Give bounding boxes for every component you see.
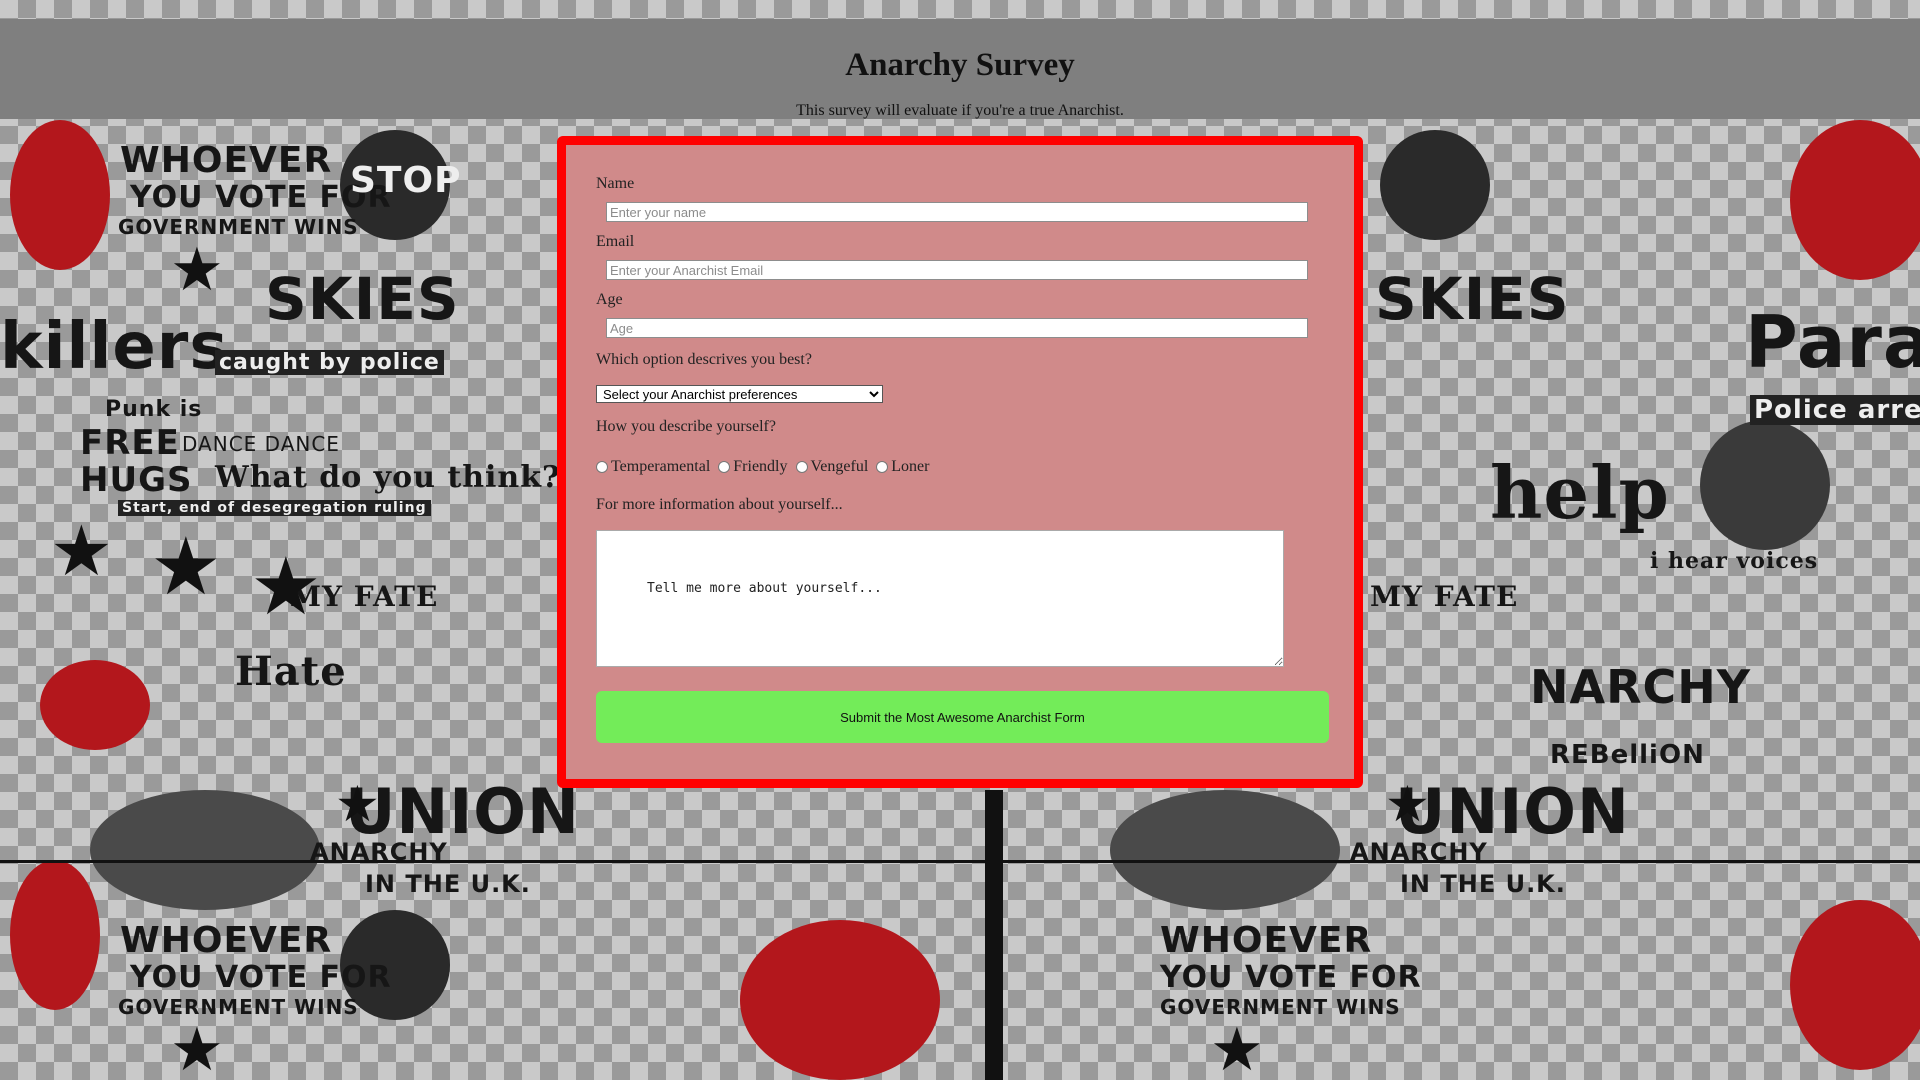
red-punk-badge-2	[1790, 900, 1920, 1070]
bg-word: STOP	[350, 160, 462, 201]
barbed-wire-line	[0, 860, 1920, 863]
red-punk-badge	[740, 920, 940, 1080]
page-header: Anarchy Survey This survey will evaluate…	[0, 19, 1920, 119]
bg-word: Punk is	[105, 397, 203, 422]
describe-radio-group: Temperamental Friendly Vengeful Loner	[596, 458, 1324, 478]
dark-button-badge	[1700, 420, 1830, 550]
radio-vengeful-input[interactable]	[795, 461, 808, 473]
red-grenade-shape-2	[10, 860, 100, 1010]
bg-word: What do you think?	[215, 460, 561, 495]
name-label: Name	[596, 175, 635, 192]
radio-loner[interactable]: Loner	[876, 458, 929, 476]
bg-word: REBelliON	[1550, 740, 1705, 770]
submit-button[interactable]: Submit the Most Awesome Anarchist Form	[596, 691, 1329, 743]
describe-label: How you describe yourself?	[596, 418, 776, 435]
bg-word: Police arrest	[1750, 395, 1920, 425]
dark-badge-2	[1380, 130, 1490, 240]
radio-loner-input[interactable]	[876, 461, 889, 473]
more-info-label: For more information about yourself...	[596, 496, 843, 513]
star-icon: ★	[170, 1015, 224, 1080]
bg-word: DANCE DANCE	[182, 432, 340, 456]
radio-friendly-input[interactable]	[718, 461, 731, 473]
bg-word: caught by police	[215, 350, 444, 375]
star-icon: ★	[335, 775, 380, 833]
bg-word: help	[1490, 450, 1670, 535]
page-subtitle: This survey will evaluate if you're a tr…	[796, 102, 1124, 119]
star-icon: ★	[170, 235, 224, 305]
bg-word: Para	[1745, 300, 1920, 384]
star-icon: ★	[1210, 1015, 1264, 1080]
age-input[interactable]	[606, 318, 1308, 338]
barbed-spike-column	[985, 790, 1003, 1080]
bg-word: SKIES	[1375, 265, 1570, 333]
bg-word: killers	[0, 310, 229, 384]
bg-word: NARCHY	[1530, 660, 1752, 714]
radio-label: Friendly	[733, 458, 788, 475]
bg-word: YOU VOTE FOR	[130, 960, 392, 995]
email-label: Email	[596, 233, 635, 250]
radio-friendly[interactable]: Friendly	[718, 458, 788, 476]
bg-word: GOVERNMENT WINS	[118, 995, 359, 1019]
bg-word: IN THE U.K.	[365, 870, 531, 898]
bg-word: SKIES	[265, 265, 460, 333]
survey-form-card: Name Email Age Which option descrives yo…	[557, 136, 1363, 788]
name-input[interactable]	[606, 202, 1308, 222]
radio-temperamental[interactable]: Temperamental	[596, 458, 710, 476]
radio-temperamental-input[interactable]	[596, 461, 608, 473]
age-label: Age	[596, 291, 623, 308]
bg-word: GOVERNMENT WINS	[1160, 995, 1401, 1019]
star-icon: ★	[250, 540, 322, 633]
bg-word: MY FATE	[1370, 580, 1519, 613]
preference-select-wrap: Select your Anarchist preferences	[596, 385, 1324, 404]
bg-word: Hate	[235, 648, 347, 695]
radio-label: Temperamental	[611, 458, 711, 475]
red-splatter	[40, 660, 150, 750]
star-icon: ★	[1385, 775, 1430, 833]
page-title: Anarchy Survey	[845, 47, 1075, 83]
star-icon: ★	[50, 510, 113, 592]
radio-label: Loner	[891, 458, 930, 475]
star-icon: ★	[150, 520, 222, 613]
red-skull-badge	[1790, 120, 1920, 280]
red-grenade-shape	[10, 120, 110, 270]
radio-vengeful[interactable]: Vengeful	[795, 458, 869, 476]
dark-union-badge	[1110, 790, 1340, 910]
bg-word: YOU VOTE FOR	[1160, 960, 1422, 995]
radio-label: Vengeful	[810, 458, 869, 475]
email-input[interactable]	[606, 260, 1308, 280]
survey-form: Name Email Age Which option descrives yo…	[596, 175, 1329, 743]
bg-word: WHOEVER	[120, 140, 333, 181]
bg-word: GOVERNMENT WINS	[118, 215, 359, 239]
bg-word: WHOEVER	[1160, 920, 1373, 961]
about-textarea[interactable]	[596, 530, 1284, 667]
bg-word: Start, end of desegregation ruling	[118, 500, 431, 516]
bg-word: IN THE U.K.	[1400, 870, 1566, 898]
option-label: Which option descrives you best?	[596, 351, 812, 368]
bg-word: HUGS	[80, 460, 193, 500]
preference-select[interactable]: Select your Anarchist preferences	[596, 385, 883, 403]
bg-word: FREE	[80, 423, 180, 463]
dark-union-badge-2	[90, 790, 320, 910]
bg-word: i hear voices	[1650, 548, 1819, 574]
bg-word: WHOEVER	[120, 920, 333, 961]
